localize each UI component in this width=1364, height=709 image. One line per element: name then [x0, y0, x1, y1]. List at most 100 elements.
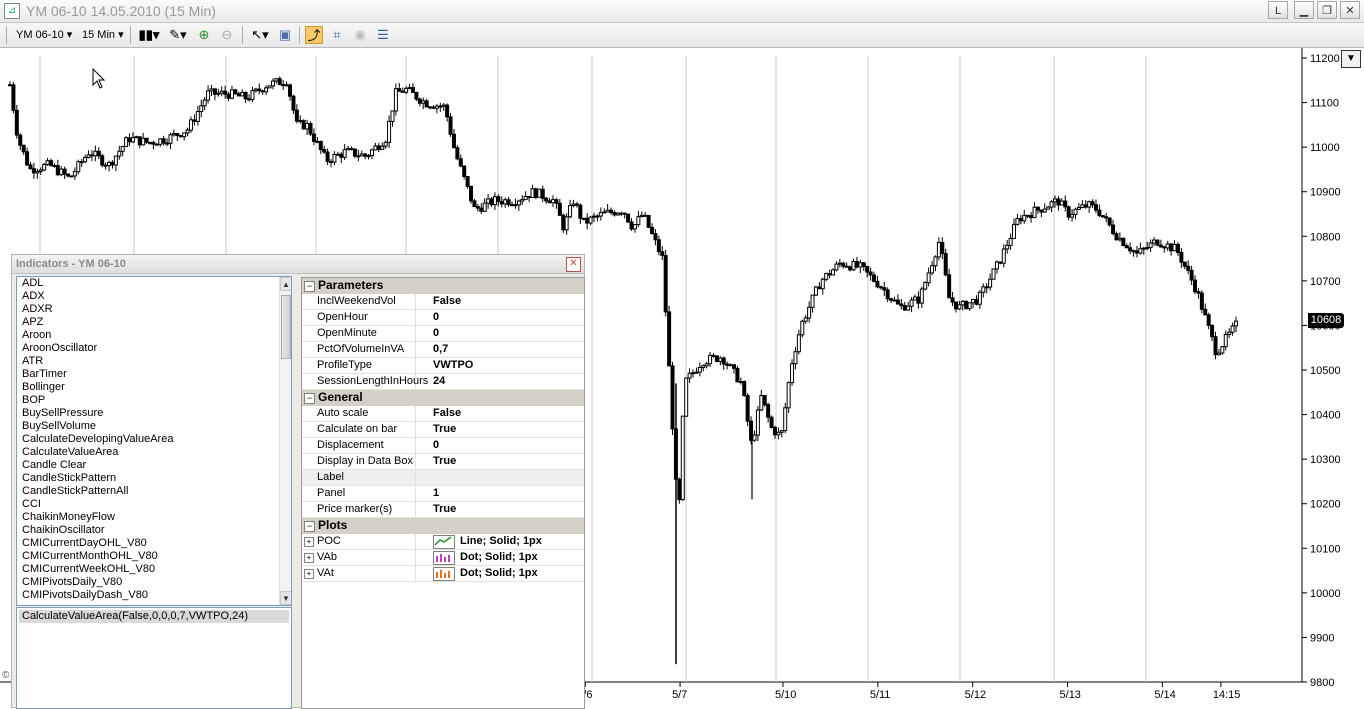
property-row[interactable]: InclWeekendVol False	[302, 294, 584, 310]
applied-indicators-list[interactable]: CalculateValueArea(False,0,0,0,7,VWTPO,2…	[16, 607, 292, 709]
y-tick-label: 11100	[1310, 98, 1339, 110]
minimize-button[interactable]: ▁	[1294, 1, 1314, 19]
property-row[interactable]: Price marker(s) True	[302, 502, 584, 518]
collapse-icon[interactable]: −	[304, 281, 315, 292]
indicator-list-item[interactable]: BarTimer	[17, 368, 291, 381]
indicator-list-item[interactable]: ATR	[17, 355, 291, 368]
expand-icon[interactable]: +	[304, 537, 314, 547]
property-value[interactable]: False	[433, 294, 461, 309]
interval-selector[interactable]: 15 Min ▾	[82, 26, 124, 44]
property-value[interactable]: Dot; Solid; 1px	[460, 566, 538, 581]
expand-icon[interactable]: +	[304, 569, 314, 579]
property-row[interactable]: Calculate on bar close True	[302, 422, 584, 450]
strategies-icon[interactable]: ⌗	[328, 26, 346, 44]
cursor-tool-icon[interactable]: ↖▾	[248, 26, 272, 44]
indicator-list-item[interactable]: ADX	[17, 290, 291, 303]
indicator-list-item[interactable]: BuySellPressure	[17, 407, 291, 420]
dialog-close-icon[interactable]: ✕	[566, 257, 581, 272]
scroll-thumb[interactable]	[281, 295, 291, 359]
indicator-list-item[interactable]: CalculateDevelopingValueArea	[17, 433, 291, 446]
indicator-list-item[interactable]: ADL	[17, 277, 291, 290]
indicator-list-item[interactable]: CMICurrentDayOHL_V80	[17, 537, 291, 550]
property-value[interactable]: Dot; Solid; 1px	[460, 550, 538, 565]
indicators-icon[interactable]: ⤴	[305, 26, 323, 44]
indicator-list-item[interactable]: CandleStickPatternAll	[17, 485, 291, 498]
property-row[interactable]: Label	[302, 470, 584, 486]
property-value[interactable]: 0	[433, 310, 439, 325]
expand-icon[interactable]: +	[304, 553, 314, 563]
indicator-list-item[interactable]: Bollinger	[17, 381, 291, 394]
property-value[interactable]: Line; Solid; 1px	[460, 534, 542, 549]
category-label: General	[318, 390, 363, 404]
data-box-icon[interactable]: ▣	[276, 26, 294, 44]
indicator-list-item[interactable]: CMIPivotsDaily_V80	[17, 576, 291, 589]
indicator-list-item[interactable]: ChaikinOscillator	[17, 524, 291, 537]
indicator-list-item[interactable]: APZ	[17, 316, 291, 329]
candle-body	[199, 105, 204, 113]
l-button[interactable]: L	[1268, 1, 1288, 19]
indicator-list-item[interactable]: ChaikinMoneyFlow	[17, 511, 291, 524]
collapse-icon[interactable]: −	[304, 521, 315, 532]
property-row[interactable]: VAt + Dot; Solid; 1px	[302, 566, 584, 582]
property-category[interactable]: − General	[302, 390, 584, 406]
indicator-list-item[interactable]: CalculateValueArea	[17, 446, 291, 459]
indicator-list-item[interactable]: CandleStickPattern	[17, 472, 291, 485]
property-row[interactable]: Displacement 0	[302, 438, 584, 454]
property-row[interactable]: ProfileType VWTPO	[302, 358, 584, 374]
property-value[interactable]: 1	[433, 486, 439, 501]
property-row[interactable]: OpenMinute 0	[302, 326, 584, 342]
scroll-up-icon[interactable]: ▲	[280, 277, 291, 291]
property-value[interactable]: 0,7	[433, 342, 448, 357]
indicator-list-item[interactable]: ADXR	[17, 303, 291, 316]
restore-button[interactable]: ❐	[1317, 1, 1337, 19]
property-row[interactable]: SessionLengthInHours 24	[302, 374, 584, 390]
close-button[interactable]: ✕	[1340, 1, 1360, 19]
drawing-tool-icon[interactable]: ✎▾	[166, 26, 190, 44]
property-row[interactable]: Panel 1	[302, 486, 584, 502]
indicator-list-item[interactable]: Aroon	[17, 329, 291, 342]
property-value[interactable]: True	[433, 454, 456, 469]
candle-body	[947, 274, 952, 299]
indicator-list[interactable]: ADL ADX ADXR APZ Aroon AroonOscillator ATR BarT…	[16, 276, 292, 606]
indicator-list-item[interactable]: AroonOscillator	[17, 342, 291, 355]
property-category[interactable]: − Plots	[302, 518, 584, 534]
property-value[interactable]: True	[433, 502, 456, 517]
indicator-list-item[interactable]: CMICurrentWeekOHL_V80	[17, 563, 291, 576]
chart-trader-icon[interactable]: ◉	[351, 26, 369, 44]
applied-indicator-item[interactable]: CalculateValueArea(False,0,0,0,7,VWTPO,2…	[19, 610, 289, 623]
property-value[interactable]: 24	[433, 374, 445, 389]
property-row[interactable]: VAb + Dot; Solid; 1px	[302, 550, 584, 566]
collapse-icon[interactable]: −	[304, 393, 315, 404]
candle-body	[1145, 247, 1150, 250]
property-value[interactable]: VWTPO	[433, 358, 473, 373]
zoom-in-icon[interactable]: ⊕	[195, 26, 213, 44]
axis-dropdown-icon[interactable]: ▼	[1341, 50, 1361, 68]
zoom-out-icon[interactable]: ⊖	[218, 26, 236, 44]
property-value[interactable]: False	[433, 406, 461, 421]
property-row[interactable]: Auto scale False	[302, 406, 584, 422]
property-value[interactable]: 0	[433, 326, 439, 341]
indicator-list-item[interactable]: Candle Clear	[17, 459, 291, 472]
indicator-list-item[interactable]: CCI	[17, 498, 291, 511]
property-row[interactable]: Display in Data Box True	[302, 454, 584, 470]
property-row[interactable]: PctOfVolumeInVA 0,7	[302, 342, 584, 358]
properties-icon[interactable]: ☰	[374, 26, 392, 44]
property-grid[interactable]: − Parameters InclWeekendVol False OpenHour 0 O…	[301, 277, 585, 709]
candle-body	[960, 300, 965, 306]
chart-style-icon[interactable]: ▮▮▾	[137, 26, 161, 44]
list-scrollbar[interactable]: ▲ ▼	[279, 277, 291, 605]
scroll-down-icon[interactable]: ▼	[280, 591, 291, 605]
property-value[interactable]: True	[433, 422, 456, 437]
indicator-list-item[interactable]: BuySellVolume	[17, 420, 291, 433]
property-value[interactable]: 0	[433, 438, 439, 453]
property-row[interactable]: OpenHour 0	[302, 310, 584, 326]
property-row[interactable]: POC + Line; Solid; 1px	[302, 534, 584, 550]
candle-body	[841, 262, 846, 267]
indicator-list-item[interactable]: BOP	[17, 394, 291, 407]
property-category[interactable]: − Parameters	[302, 278, 584, 294]
indicator-list-item[interactable]: CMIPivotsDailyDash_V80	[17, 589, 291, 602]
instrument-selector[interactable]: YM 06-10 ▾	[16, 26, 72, 44]
indicator-list-item[interactable]: CMICurrentMonthOHL_V80	[17, 550, 291, 563]
chart-app-icon[interactable]: ⊿	[4, 3, 20, 19]
candle-body	[1104, 216, 1109, 219]
